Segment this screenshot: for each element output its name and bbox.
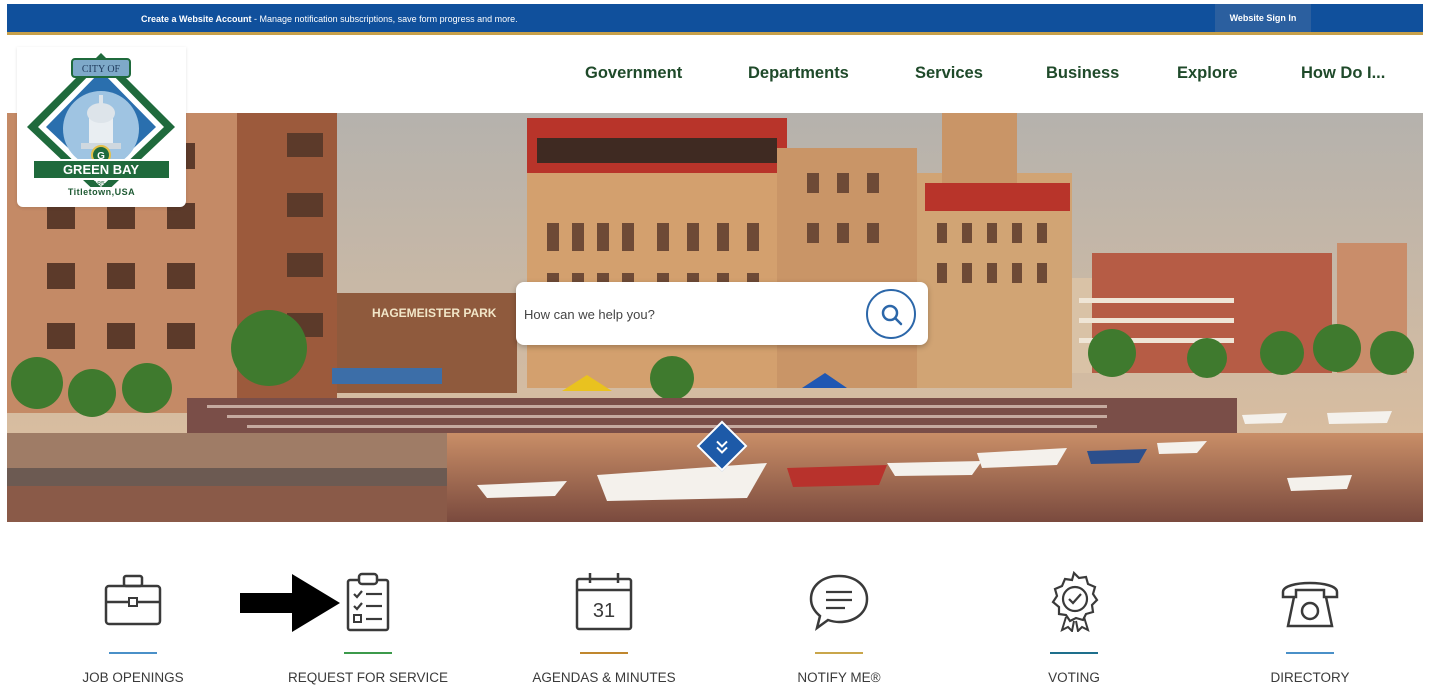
quick-link-label: REQUEST FOR SERVICE (287, 670, 449, 685)
account-banner: Create a Website Account - Manage notifi… (141, 14, 518, 24)
main-navigation: Government Departments Services Business… (7, 38, 1423, 113)
nav-item-business[interactable]: Business (1046, 64, 1119, 83)
nav-item-services[interactable]: Services (915, 64, 983, 83)
quick-link-label: DIRECTORY (1270, 670, 1350, 685)
top-utility-bar: Create a Website Account - Manage notifi… (7, 4, 1423, 35)
calendar-icon: 31 (575, 573, 633, 631)
logo-arc-text: CITY OF (82, 64, 121, 75)
nav-item-departments[interactable]: Departments (748, 64, 849, 83)
logo-tagline: Titletown,USA (67, 187, 136, 197)
nav-item-explore[interactable]: Explore (1177, 64, 1238, 83)
nav-item-how-do-i[interactable]: How Do I... (1301, 64, 1385, 83)
account-description: - Manage notification subscriptions, sav… (251, 14, 518, 24)
quick-link-accent (109, 652, 157, 654)
city-logo[interactable]: CITY OF G GREEN BAY 1854 Titletown,USA (17, 47, 186, 207)
double-chevron-down-icon (716, 440, 728, 454)
nav-item-government[interactable]: Government (585, 64, 682, 83)
briefcase-icon (104, 574, 162, 626)
website-sign-in-button[interactable]: Website Sign In (1215, 4, 1311, 32)
quick-link-label: AGENDAS & MINUTES (532, 670, 676, 685)
homepage: Create a Website Account - Manage notifi… (0, 0, 1429, 685)
quick-link-accent (815, 652, 863, 654)
quick-link-accent (1286, 652, 1334, 654)
award-badge-icon (1051, 570, 1099, 632)
quick-link-label: JOB OPENINGS (82, 670, 184, 685)
arrow-pointer-icon (240, 574, 340, 632)
speech-bubble-icon (809, 574, 869, 632)
quick-link-accent (580, 652, 628, 654)
quick-link-accent (344, 652, 392, 654)
search-button[interactable] (866, 289, 916, 339)
logo-city-name: GREEN BAY (63, 162, 139, 177)
green-bay-seal-icon: CITY OF G GREEN BAY 1854 (27, 53, 175, 197)
quick-link-label: VOTING (1048, 670, 1100, 685)
quick-link-accent (1050, 652, 1098, 654)
clipboard-checklist-icon (346, 572, 390, 632)
site-search (516, 282, 928, 345)
hagemeister-park-sign: HAGEMEISTER PARK (372, 306, 497, 320)
calendar-day-number: 31 (593, 600, 615, 622)
quick-link-label: NOTIFY ME® (797, 670, 881, 685)
telephone-icon (1281, 581, 1339, 628)
search-icon (881, 304, 903, 326)
search-input[interactable] (524, 296, 864, 332)
create-account-link[interactable]: Create a Website Account (141, 14, 252, 24)
